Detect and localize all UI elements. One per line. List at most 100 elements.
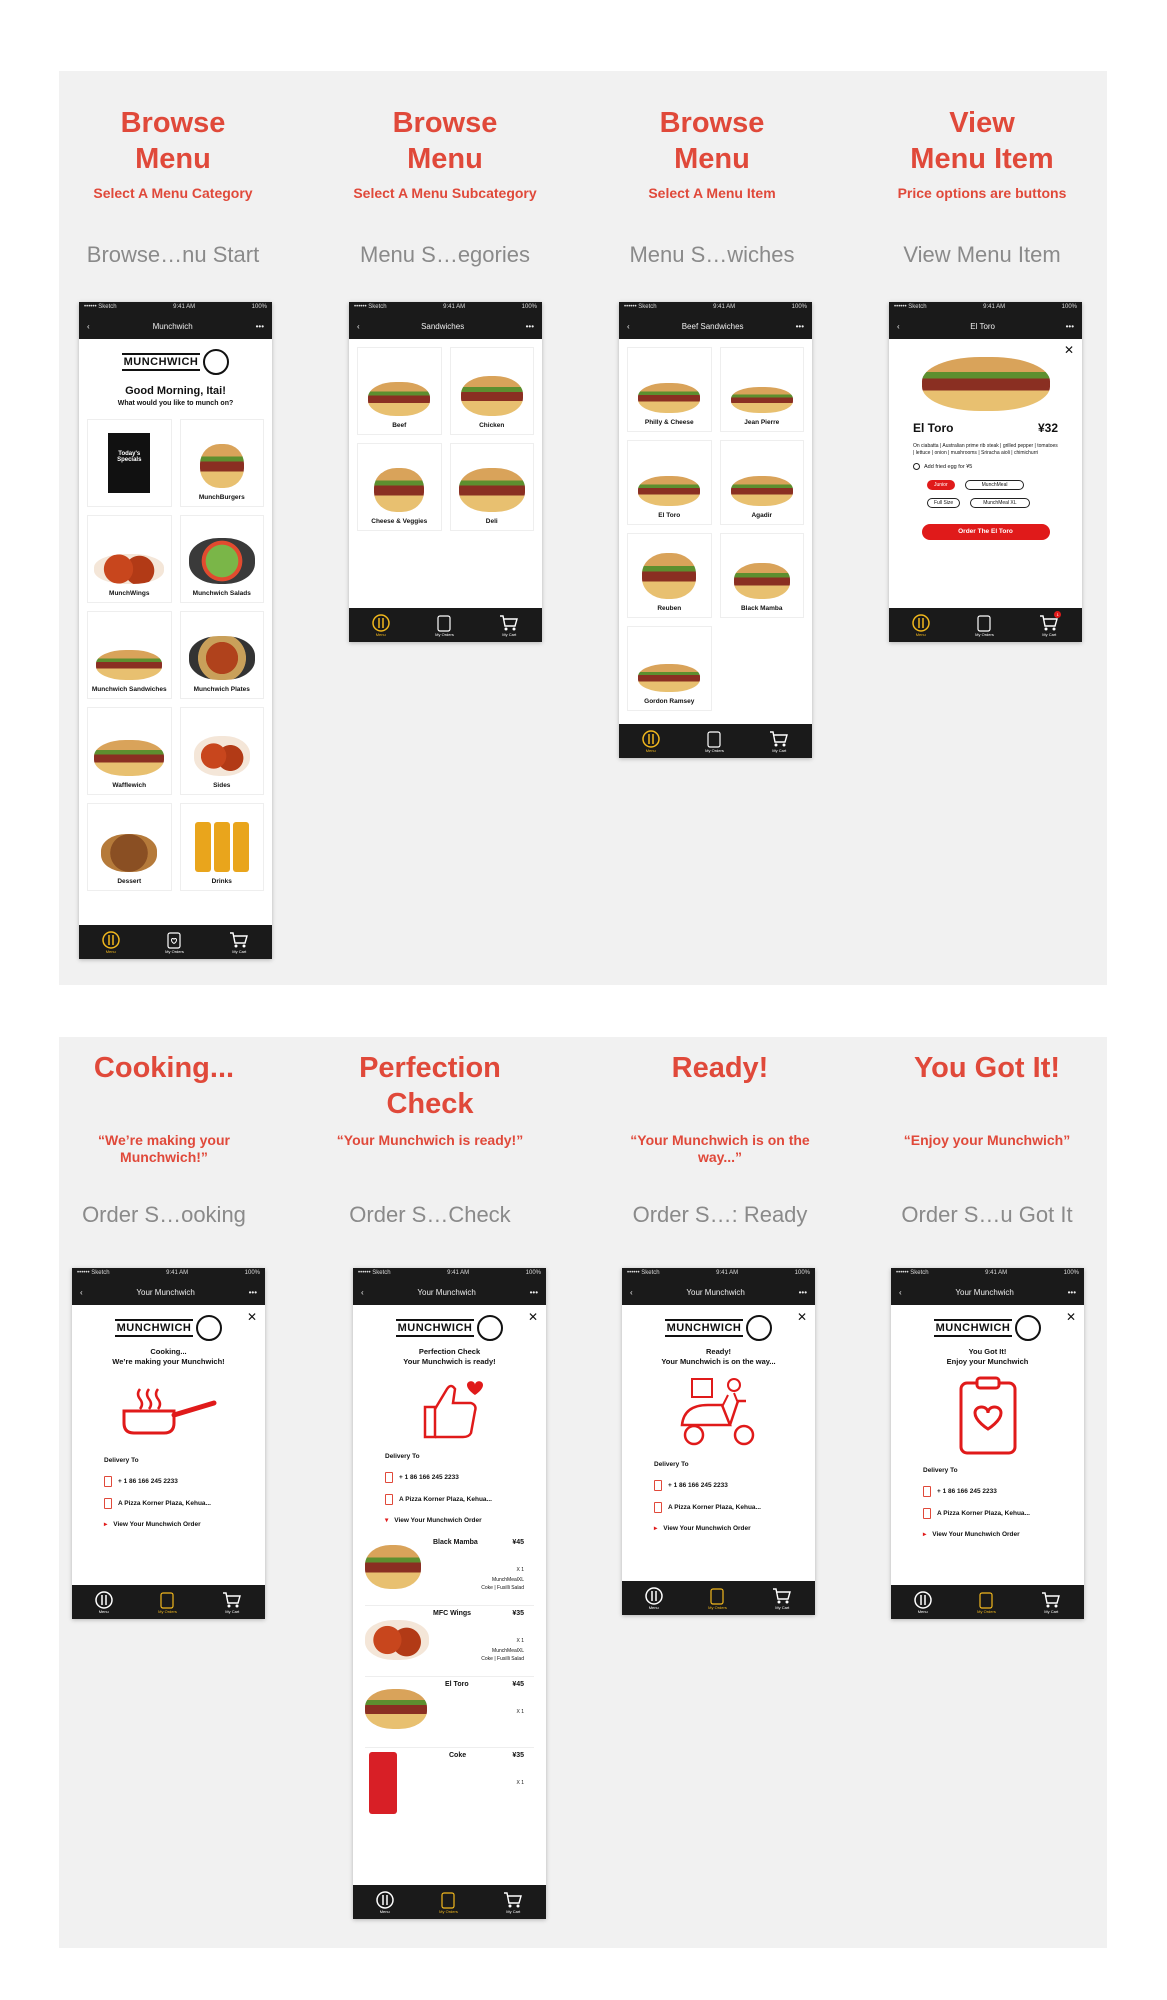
tab-menu[interactable]: Menu	[101, 930, 120, 954]
tab-orders[interactable]: My Orders	[439, 1891, 458, 1914]
view-order-link[interactable]: ▾ View Your Munchwich Order	[385, 1516, 546, 1525]
tile-philly-cheese[interactable]: Philly & Cheese	[627, 347, 712, 432]
tab-orders[interactable]: My Orders	[435, 614, 454, 637]
tile-specials[interactable]: Today's Specials	[87, 419, 172, 507]
close-icon[interactable]: ✕	[1064, 343, 1074, 357]
tab-orders[interactable]: My Orders	[708, 1587, 727, 1610]
nav-bar: ‹ Your Munchwich •••	[622, 1279, 815, 1305]
tile-sides[interactable]: Sides	[179, 707, 264, 795]
tile-label: Deli	[485, 518, 498, 525]
heading: You Got It!	[913, 1052, 1061, 1084]
more-icon[interactable]: •••	[1068, 1288, 1076, 1297]
more-icon[interactable]: •••	[249, 1288, 257, 1297]
order-item[interactable]: Coke ¥35 X 1	[365, 1748, 534, 1818]
order-list: Black Mamba ¥45 X 1 MunchMealXL Coke | Fusil…	[365, 1535, 534, 1818]
heading: Browse Menu	[392, 107, 498, 175]
tab-cart[interactable]: My Cart	[229, 931, 249, 954]
order-item[interactable]: Black Mamba ¥45 X 1 MunchMealXL Coke | Fusil…	[365, 1535, 534, 1606]
subheading: Price options are buttons	[897, 185, 1067, 201]
tab-orders[interactable]: My Orders	[165, 931, 184, 954]
close-icon[interactable]: ✕	[1066, 1310, 1076, 1324]
tile-deli[interactable]: Deli	[449, 443, 534, 531]
tile-dessert[interactable]: Dessert	[87, 803, 172, 891]
view-order-link[interactable]: ▸ View Your Munchwich Order	[923, 1530, 1084, 1539]
tile-el-toro[interactable]: El Toro	[627, 440, 712, 525]
more-icon[interactable]: •••	[1066, 322, 1074, 331]
close-icon[interactable]: ✕	[528, 1310, 538, 1324]
tile-gordon-ramsey[interactable]: Gordon Ramsey	[627, 626, 712, 711]
screen-view-menu-item: •••••• Sketch 9:41 AM 100% ‹ El Toro ••• ✕ E…	[889, 302, 1082, 642]
tab-orders[interactable]: My Orders	[977, 1591, 996, 1614]
tile-sandwiches[interactable]: Munchwich Sandwiches	[87, 611, 172, 699]
tab-orders[interactable]: My Orders	[158, 1591, 177, 1614]
tab-menu[interactable]: Menu	[911, 613, 930, 637]
wings-image	[94, 554, 165, 584]
tile-munchburgers[interactable]: MunchBurgers	[179, 419, 264, 507]
tile-wafflewich[interactable]: Wafflewich	[87, 707, 172, 795]
tab-cart[interactable]: My Cart	[499, 614, 519, 637]
radio-icon[interactable]	[913, 463, 920, 470]
tab-menu[interactable]: Menu	[375, 1890, 394, 1914]
tile-salads[interactable]: Munchwich Salads	[179, 515, 264, 603]
option-munchmeal-xl-button[interactable]: MunchMeal XL	[970, 498, 1030, 508]
view-order-link[interactable]: ▸ View Your Munchwich Order	[654, 1524, 815, 1533]
more-icon[interactable]: •••	[526, 322, 534, 331]
tab-cart[interactable]: My Cart	[503, 1891, 523, 1914]
tile-label: MunchWings	[109, 590, 150, 597]
option-junior-button[interactable]: Junior	[927, 480, 955, 490]
tab-menu[interactable]: Menu	[913, 1590, 932, 1614]
tab-menu[interactable]: Menu	[94, 1590, 113, 1614]
subheading: “Your Munchwich is ready!”	[336, 1132, 524, 1148]
tile-chicken[interactable]: Chicken	[449, 347, 534, 435]
order-item[interactable]: MFC Wings ¥35 X 1 MunchMealXL Coke | Fusilli…	[365, 1606, 534, 1677]
cart-icon	[770, 730, 789, 746]
specials-card: Today's Specials	[108, 433, 151, 493]
close-icon[interactable]: ✕	[247, 1310, 257, 1324]
view-order-link[interactable]: ▸ View Your Munchwich Order	[104, 1520, 265, 1529]
tile-label: Black Mamba	[740, 605, 783, 612]
item-price: ¥32	[1037, 421, 1058, 435]
tab-cart[interactable]: My Cart	[772, 1587, 792, 1610]
close-icon[interactable]: ✕	[797, 1310, 807, 1324]
tab-cart[interactable]: 1 My Cart	[1039, 610, 1062, 637]
nav-title: Your Munchwich	[417, 1287, 476, 1297]
tab-menu[interactable]: Menu	[371, 613, 390, 637]
addon-row[interactable]: Add fried egg for ¥5	[889, 457, 1082, 470]
tile-plates[interactable]: Munchwich Plates	[179, 611, 264, 699]
tile-label: Drinks	[211, 878, 232, 885]
tab-cart[interactable]: My Cart	[769, 730, 789, 753]
more-icon[interactable]: •••	[530, 1288, 538, 1297]
option-munchmeal-button[interactable]: MunchMeal	[964, 480, 1025, 490]
menu-utensils-icon	[94, 1590, 113, 1609]
order-button[interactable]: Order The El Toro	[921, 524, 1050, 540]
tab-cart[interactable]: My Cart	[222, 1591, 242, 1614]
tile-drinks[interactable]: Drinks	[179, 803, 264, 891]
item-image	[730, 387, 793, 413]
status-bar: •••••• Sketch 9:41 AM 100%	[79, 302, 272, 313]
more-icon[interactable]: •••	[256, 322, 264, 331]
nav-title: El Toro	[970, 321, 996, 331]
option-full-size-button[interactable]: Full Size	[927, 498, 961, 508]
nav-title: Your Munchwich	[136, 1287, 195, 1297]
tab-orders[interactable]: My Orders	[975, 614, 994, 637]
item-image	[638, 476, 701, 506]
tile-jean-pierre[interactable]: Jean Pierre	[719, 347, 804, 432]
tile-reuben[interactable]: Reuben	[627, 533, 712, 618]
tab-cart[interactable]: My Cart	[1041, 1591, 1061, 1614]
more-icon[interactable]: •••	[796, 322, 804, 331]
tab-menu[interactable]: Menu	[644, 1586, 663, 1610]
tile-cheese-veggies[interactable]: Cheese & Veggies	[357, 443, 442, 531]
order-item[interactable]: El Toro ¥45 X 1	[365, 1677, 534, 1748]
tile-beef[interactable]: Beef	[357, 347, 442, 435]
status-bar: •••••• Sketch 9:41 AM 100%	[891, 1268, 1084, 1279]
location-icon	[104, 1498, 112, 1509]
tab-menu[interactable]: Menu	[641, 729, 660, 753]
tile-label: El Toro	[658, 512, 681, 519]
tile-black-mamba[interactable]: Black Mamba	[719, 533, 804, 618]
screen-beef-sandwiches: •••••• Sketch 9:41 AM 100% ‹ Beef Sandwiche…	[619, 302, 812, 758]
phone-icon	[923, 1486, 931, 1497]
tab-orders[interactable]: My Orders	[705, 730, 724, 753]
tile-munchwings[interactable]: MunchWings	[87, 515, 172, 603]
tile-agadir[interactable]: Agadir	[719, 440, 804, 525]
more-icon[interactable]: •••	[799, 1288, 807, 1297]
